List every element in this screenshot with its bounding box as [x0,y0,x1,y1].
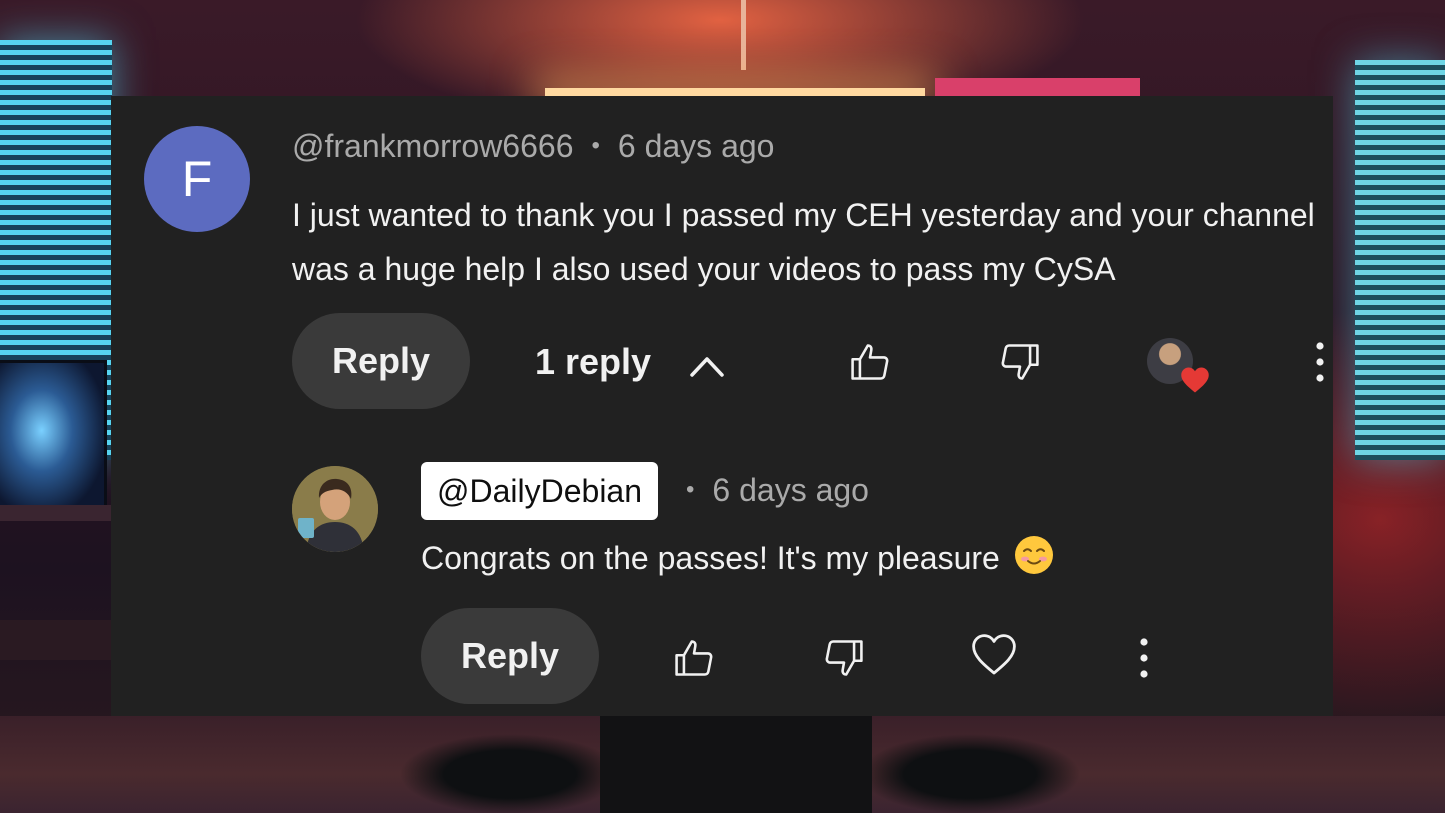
meta-separator: • [591,132,600,159]
reply-author[interactable]: @DailyDebian [421,462,659,520]
replies-toggle[interactable]: 1 reply [535,340,725,384]
reply-button[interactable]: Reply [292,313,470,409]
ceiling-lamp-pole [741,0,746,70]
reply-count: 1 reply [535,341,652,382]
reply-meta: • 6 days ago [686,472,869,509]
comment-meta: @frankmorrow6666 • 6 days ago [292,128,774,165]
meta-separator: • [686,476,695,503]
thumbs-down-icon[interactable] [998,340,1042,384]
window-blinds-right [1355,60,1445,460]
thumbs-up-icon[interactable] [672,636,716,680]
avatar[interactable]: F [144,126,250,232]
comment-author[interactable]: @frankmorrow6666 [292,128,573,164]
creator-heart-badge [1181,367,1209,393]
thumbs-down-icon[interactable] [822,636,866,680]
heart-outline-icon[interactable] [970,632,1018,678]
neon-panel [935,78,1140,98]
reply-text-row: Congrats on the passes! It's my pleasure [421,532,1054,584]
avatar-letter: F [181,151,213,207]
chevron-up-icon [690,357,724,377]
comment-text: I just wanted to thank you I passed my C… [292,197,1315,287]
ceiling-light [545,88,925,96]
comment-timestamp[interactable]: 6 days ago [618,128,775,164]
reply-text: Congrats on the passes! It's my pleasure [421,540,1000,576]
background-shelf [0,620,112,660]
avatar-illustration [292,466,378,552]
background-chair-left [400,716,620,813]
background-desk [0,505,112,521]
thumbs-up-icon[interactable] [848,340,892,384]
reply-timestamp[interactable]: 6 days ago [712,472,869,508]
background-chair-right [860,716,1080,813]
reply-avatar[interactable] [292,466,378,552]
more-vertical-icon[interactable] [1132,636,1156,680]
smiling-face-icon [1014,536,1053,574]
more-vertical-icon[interactable] [1308,340,1332,384]
background-monitor [0,360,107,516]
reply-button-nested[interactable]: Reply [421,608,599,704]
background-stand [600,716,872,813]
